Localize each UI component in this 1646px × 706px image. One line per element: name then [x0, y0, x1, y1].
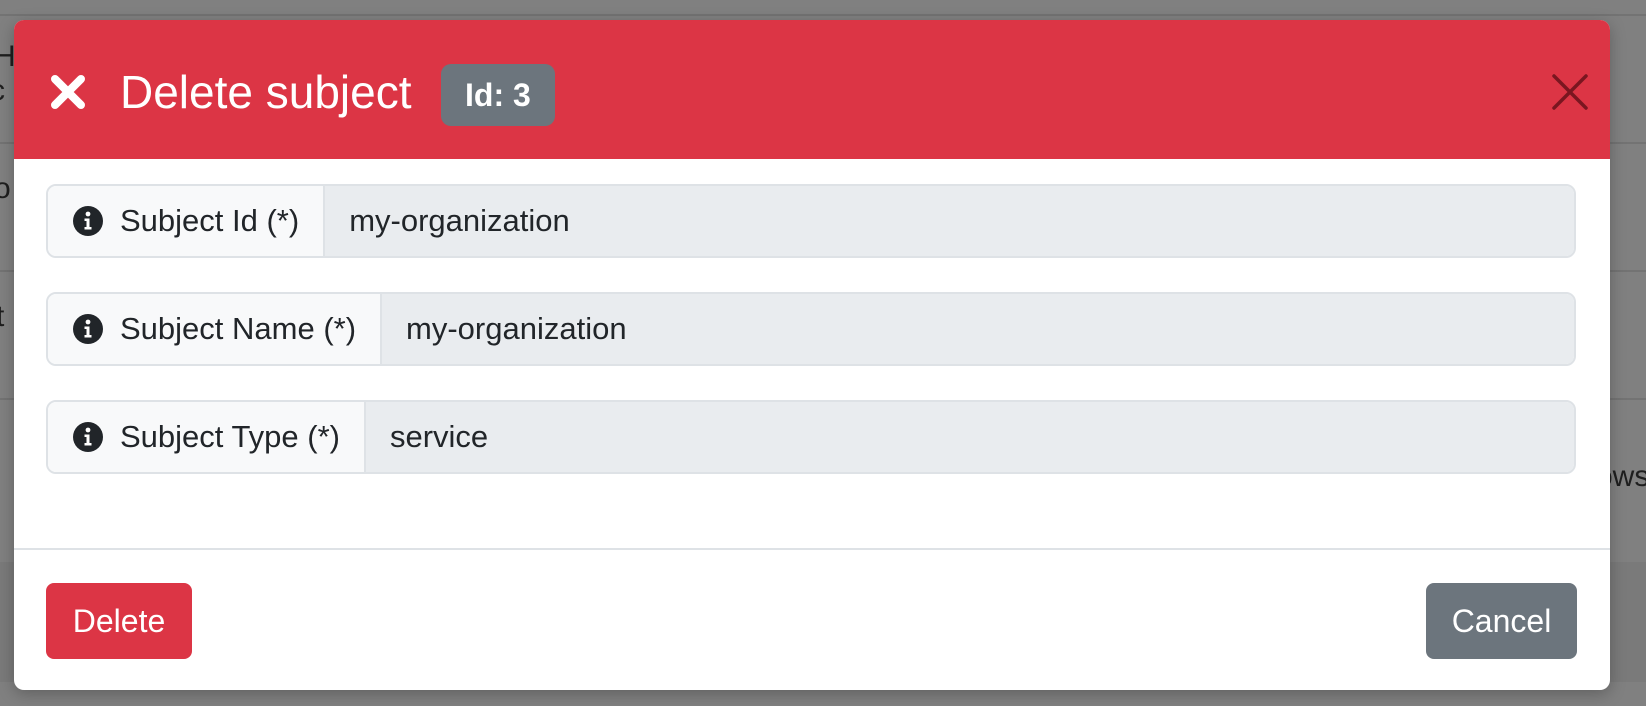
subject-id-field: Subject Id (*) my-organization	[46, 184, 1576, 258]
field-label-text: Subject Type (*)	[120, 419, 340, 454]
footer-divider	[14, 548, 1610, 550]
background-divider	[0, 14, 1646, 16]
delete-subject-modal: Delete subject Id: 3 Subject Id (*) my-o…	[14, 20, 1610, 690]
background-text: o	[0, 172, 11, 205]
x-icon	[51, 75, 85, 109]
subject-name-field: Subject Name (*) my-organization	[46, 292, 1576, 366]
cancel-button[interactable]: Cancel	[1426, 583, 1577, 659]
subject-type-field: Subject Type (*) service	[46, 400, 1576, 474]
delete-button[interactable]: Delete	[46, 583, 192, 659]
close-icon[interactable]	[1550, 72, 1590, 112]
subject-type-input[interactable]: service	[365, 402, 1574, 472]
field-label: Subject Id (*)	[48, 186, 326, 256]
field-label: Subject Type (*)	[48, 402, 366, 472]
info-icon	[73, 314, 103, 344]
modal-header: Delete subject Id: 3	[14, 20, 1610, 159]
subject-id-input[interactable]: my-organization	[325, 186, 1574, 256]
background-text: t	[0, 300, 5, 333]
field-label-text: Subject Id (*)	[120, 203, 300, 238]
field-label: Subject Name (*)	[48, 294, 383, 364]
id-badge: Id: 3	[441, 64, 555, 126]
info-icon	[73, 422, 103, 452]
modal-title: Delete subject	[120, 66, 412, 118]
background-text: c	[0, 74, 5, 108]
field-label-text: Subject Name (*)	[120, 311, 357, 346]
info-icon	[73, 206, 103, 236]
subject-name-input[interactable]: my-organization	[382, 294, 1574, 364]
